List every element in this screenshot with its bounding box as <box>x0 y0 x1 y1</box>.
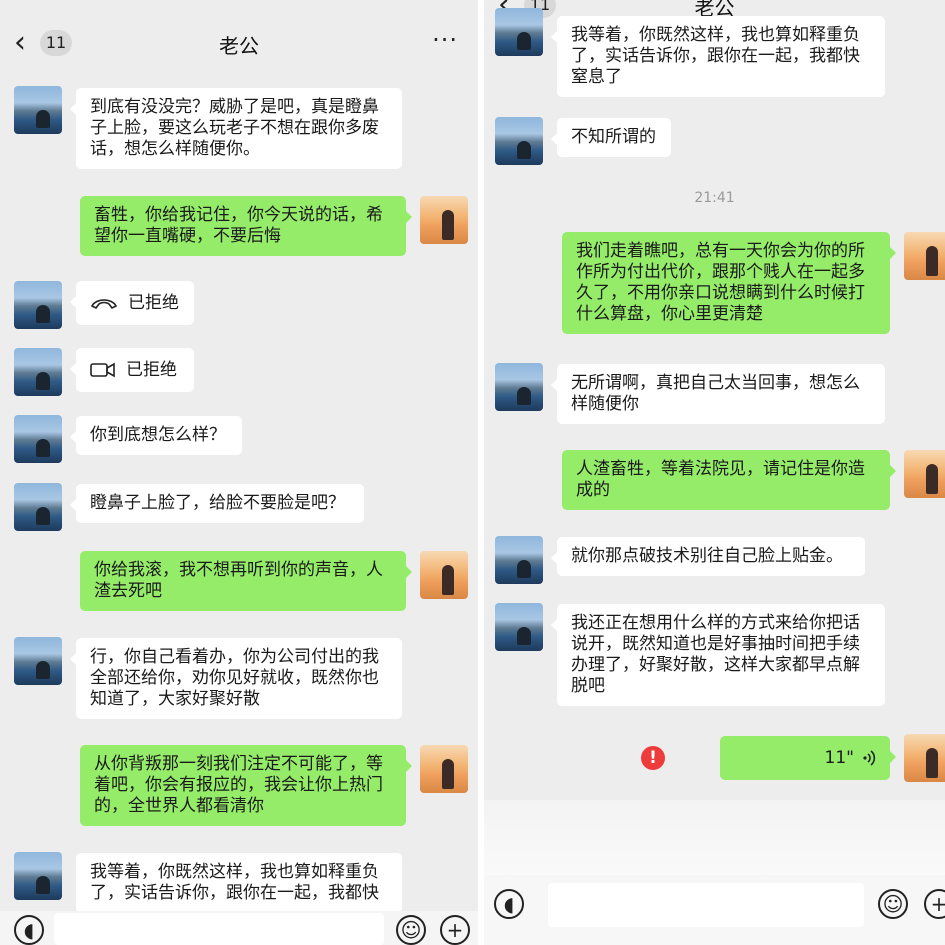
voice-duration: 11" <box>824 747 854 768</box>
emoji-icon[interactable]: ☺ <box>878 889 908 919</box>
message-input[interactable] <box>548 883 864 927</box>
contact-avatar[interactable] <box>14 281 62 329</box>
contact-avatar[interactable] <box>495 603 543 651</box>
my-avatar[interactable] <box>420 745 468 793</box>
contact-avatar[interactable] <box>14 415 62 463</box>
input-bar: ◖ ☺ + <box>484 875 945 945</box>
voice-message-bubble[interactable]: 11" <box>720 736 896 780</box>
message-text: 你到底想怎么样？ <box>90 425 226 445</box>
incoming-message-bubble[interactable]: 就你那点破技术别往自己脸上贴金。 <box>551 537 865 576</box>
incoming-message-bubble[interactable]: 我等着，你既然这样，我也算如释重负了，实话告诉你，跟你在一起，我都快 <box>76 853 402 913</box>
message-text: 我还正在想用什么样的方式来给你把话说开，既然知道也是好事抽时间把手续办理了，好聚… <box>571 613 860 696</box>
outgoing-message-bubble[interactable]: 从你背叛那一刻我们注定不可能了，等着吧，你会有报应的，我会让你上热门的，全世界人… <box>80 745 412 826</box>
voice-call-rejected-bubble[interactable]: 已拒绝 <box>70 281 194 325</box>
incoming-message-bubble[interactable]: 你到底想怎么样？ <box>70 416 242 455</box>
incoming-message-bubble[interactable]: 无所谓啊，真把自己太当回事，想怎么样随便你 <box>551 364 885 424</box>
message-text: 就你那点破技术别往自己脸上贴金。 <box>571 546 843 566</box>
my-avatar[interactable] <box>904 450 945 498</box>
more-options-icon[interactable]: ··· <box>432 26 458 54</box>
panel-divider <box>478 0 484 945</box>
message-text: 不知所谓的 <box>571 127 656 147</box>
right-chat-screen: ‹ 11 老公 我等着，你既然这样，我也算如释重负了，实话告诉你，跟你在一起，我… <box>484 0 945 945</box>
incoming-message-bubble[interactable]: 我还正在想用什么样的方式来给你把话说开，既然知道也是好事抽时间把手续办理了，好聚… <box>551 604 885 706</box>
message-text: 到底有没没完？威胁了是吧，真是瞪鼻子上脸，要这么玩老子不想在跟你多废话，想怎么样… <box>90 97 379 159</box>
contact-avatar[interactable] <box>14 637 62 685</box>
chat-header: ‹ 11 老公 ··· <box>0 0 478 70</box>
contact-avatar[interactable] <box>14 852 62 900</box>
outgoing-message-bubble[interactable]: 我们走着瞧吧，总有一天你会为你的所作所为付出代价，跟那个贱人在一起多久了，不用你… <box>562 232 896 334</box>
add-icon[interactable]: + <box>924 889 945 919</box>
call-status-text: 已拒绝 <box>128 292 179 313</box>
message-text: 人渣畜牲，等着法院见，请记住是你造成的 <box>576 459 865 500</box>
contact-avatar[interactable] <box>495 8 543 56</box>
incoming-message-bubble[interactable]: 我等着，你既然这样，我也算如释重负了，实话告诉你，跟你在一起，我都快窒息了 <box>551 16 885 97</box>
phone-icon <box>90 299 118 310</box>
message-text: 从你背叛那一刻我们注定不可能了，等着吧，你会有报应的，我会让你上热门的，全世界人… <box>94 754 383 816</box>
message-text: 畜牲，你给我记住，你今天说的话，希望你一直嘴硬，不要后悔 <box>94 205 383 246</box>
send-failed-icon[interactable]: ! <box>641 746 665 770</box>
my-avatar[interactable] <box>420 551 468 599</box>
incoming-message-bubble[interactable]: 不知所谓的 <box>551 118 671 157</box>
left-chat-screen: ‹ 11 老公 ··· 到底有没没完？威胁了是吧，真是瞪鼻子上脸，要这么玩老子不… <box>0 0 478 945</box>
video-icon <box>90 362 115 378</box>
message-text: 我们走着瞧吧，总有一天你会为你的所作所为付出代价，跟那个贱人在一起多久了，不用你… <box>576 241 865 324</box>
my-avatar[interactable] <box>904 734 945 782</box>
voice-input-icon[interactable]: ◖ <box>14 915 44 945</box>
blurred-area <box>484 800 945 880</box>
message-text: 瞪鼻子上脸了，给脸不要脸是吧？ <box>90 493 345 513</box>
my-avatar[interactable] <box>904 232 945 280</box>
contact-avatar[interactable] <box>14 348 62 396</box>
outgoing-message-bubble[interactable]: 畜牲，你给我记住，你今天说的话，希望你一直嘴硬，不要后悔 <box>80 196 412 256</box>
contact-avatar[interactable] <box>495 536 543 584</box>
message-text: 我等着，你既然这样，我也算如释重负了，实话告诉你，跟你在一起，我都快窒息了 <box>571 25 860 87</box>
contact-avatar[interactable] <box>14 483 62 531</box>
incoming-message-bubble[interactable]: 行，你自己看着办，你为公司付出的我全部还给你，劝你见好就收，既然你也知道了，大家… <box>70 638 402 719</box>
message-text: 行，你自己看着办，你为公司付出的我全部还给你，劝你见好就收，既然你也知道了，大家… <box>90 647 379 709</box>
outgoing-message-bubble[interactable]: 你给我滚，我不想再听到你的声音，人渣去死吧 <box>80 551 412 611</box>
video-call-rejected-bubble[interactable]: 已拒绝 <box>70 348 194 392</box>
message-text: 无所谓啊，真把自己太当回事，想怎么样随便你 <box>571 373 860 414</box>
contact-avatar[interactable] <box>495 117 543 165</box>
incoming-message-bubble[interactable]: 瞪鼻子上脸了，给脸不要脸是吧？ <box>70 484 364 523</box>
incoming-message-bubble[interactable]: 到底有没没完？威胁了是吧，真是瞪鼻子上脸，要这么玩老子不想在跟你多废话，想怎么样… <box>70 88 402 169</box>
voice-input-icon[interactable]: ◖ <box>494 889 524 919</box>
contact-avatar[interactable] <box>14 86 62 134</box>
outgoing-message-bubble[interactable]: 人渣畜牲，等着法院见，请记住是你造成的 <box>562 450 896 510</box>
my-avatar[interactable] <box>420 196 468 244</box>
message-text: 我等着，你既然这样，我也算如释重负了，实话告诉你，跟你在一起，我都快 <box>90 862 379 903</box>
emoji-icon[interactable]: ☺ <box>396 915 426 945</box>
timestamp: 21:41 <box>694 190 735 206</box>
input-bar: ◖ ☺ + <box>0 911 478 945</box>
voice-wave-icon <box>863 750 876 766</box>
chat-title: 老公 <box>219 34 259 58</box>
call-status-text: 已拒绝 <box>126 359 177 380</box>
contact-avatar[interactable] <box>495 363 543 411</box>
message-text: 你给我滚，我不想再听到你的声音，人渣去死吧 <box>94 560 383 601</box>
add-icon[interactable]: + <box>440 915 470 945</box>
message-input[interactable] <box>54 913 384 945</box>
